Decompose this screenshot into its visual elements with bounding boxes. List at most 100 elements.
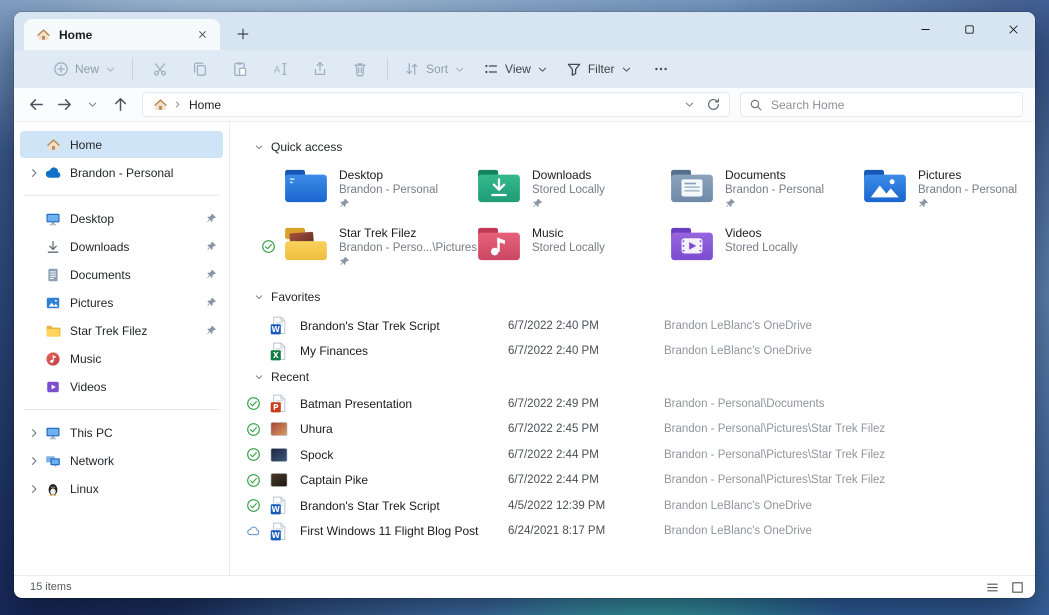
sidebar-item-videos[interactable]: Videos bbox=[20, 373, 223, 400]
more-icon bbox=[653, 61, 669, 77]
file-row-brandon-s-star-trek-script[interactable]: WBrandon's Star Trek Script6/7/2022 2:40… bbox=[246, 313, 1017, 339]
file-date: 6/7/2022 2:40 PM bbox=[508, 345, 664, 357]
file-row-batman-presentation[interactable]: PBatman Presentation6/7/2022 2:49 PMBran… bbox=[246, 391, 1017, 417]
sidebar-divider bbox=[24, 195, 219, 196]
new-tab-button[interactable] bbox=[230, 21, 256, 47]
details-view-toggle[interactable] bbox=[985, 580, 1000, 595]
quick-access-tile-star-trek-filez[interactable]: Star Trek FilezBrandon - Perso...\Pictur… bbox=[279, 222, 472, 274]
chevron-right-icon[interactable] bbox=[26, 455, 42, 467]
pin-icon[interactable] bbox=[206, 325, 217, 336]
file-row-uhura[interactable]: Uhura6/7/2022 2:45 PMBrandon - Personal\… bbox=[246, 417, 1017, 443]
chevron-right-icon[interactable] bbox=[26, 483, 42, 495]
file-location: Brandon LeBlanc's OneDrive bbox=[664, 345, 1017, 357]
file-date: 4/5/2022 12:39 PM bbox=[508, 500, 664, 512]
file-word-icon: W bbox=[270, 522, 290, 541]
quick-access-tile-downloads[interactable]: DownloadsStored Locally bbox=[472, 164, 665, 216]
up-button[interactable] bbox=[106, 91, 134, 119]
quick-access-tile-pictures[interactable]: PicturesBrandon - Personal bbox=[858, 164, 1035, 216]
sidebar-item-label: Network bbox=[70, 454, 217, 468]
close-button[interactable] bbox=[991, 12, 1035, 46]
desktop-wallpaper: Home New A bbox=[0, 0, 1049, 615]
sidebar-item-home[interactable]: Home bbox=[20, 131, 223, 158]
refresh-button[interactable] bbox=[701, 94, 725, 116]
more-options-button[interactable] bbox=[641, 54, 681, 84]
sidebar-item-star-trek-filez[interactable]: Star Trek Filez bbox=[20, 317, 223, 344]
view-icon bbox=[483, 61, 499, 77]
paste-button[interactable] bbox=[220, 54, 260, 84]
address-dropdown-button[interactable] bbox=[677, 94, 701, 116]
recent-locations-button[interactable] bbox=[78, 91, 106, 119]
sort-button[interactable]: Sort bbox=[395, 54, 474, 84]
pin-icon[interactable] bbox=[206, 269, 217, 280]
minimize-button[interactable] bbox=[903, 12, 947, 46]
sidebar-item-documents[interactable]: Documents bbox=[20, 261, 223, 288]
filter-icon bbox=[566, 61, 582, 77]
sidebar-item-downloads[interactable]: Downloads bbox=[20, 233, 223, 260]
quick-access-tile-documents[interactable]: DocumentsBrandon - Personal bbox=[665, 164, 858, 216]
delete-button[interactable] bbox=[340, 54, 380, 84]
pin-icon[interactable] bbox=[206, 241, 217, 252]
file-date: 6/7/2022 2:49 PM bbox=[508, 398, 664, 410]
quick-access-tile-music[interactable]: MusicStored Locally bbox=[472, 222, 665, 274]
search-box[interactable] bbox=[740, 92, 1023, 117]
new-button[interactable]: New bbox=[44, 54, 125, 84]
tile-title: Star Trek Filez bbox=[339, 226, 477, 240]
quick-access-tile-desktop[interactable]: DesktopBrandon - Personal bbox=[279, 164, 472, 216]
tile-text: DocumentsBrandon - Personal bbox=[725, 167, 824, 214]
folder-yellow-icon bbox=[44, 323, 62, 339]
sidebar-item-pictures[interactable]: Pictures bbox=[20, 289, 223, 316]
quick-access-tile-videos[interactable]: VideosStored Locally bbox=[665, 222, 858, 274]
tab-close-icon[interactable] bbox=[192, 25, 212, 45]
tab-home[interactable]: Home bbox=[24, 19, 220, 50]
forward-button[interactable] bbox=[50, 91, 78, 119]
file-row-captain-pike[interactable]: Captain Pike6/7/2022 2:44 PMBrandon - Pe… bbox=[246, 468, 1017, 494]
file-excel-icon: X bbox=[270, 342, 290, 361]
address-bar[interactable]: Home bbox=[142, 92, 730, 117]
filter-button[interactable]: Filter bbox=[557, 54, 641, 84]
file-row-brandon-s-star-trek-script[interactable]: WBrandon's Star Trek Script4/5/2022 12:3… bbox=[246, 493, 1017, 519]
svg-text:A: A bbox=[274, 65, 281, 75]
sidebar-item-brandon-personal[interactable]: Brandon - Personal bbox=[20, 159, 223, 186]
sidebar-item-label: Home bbox=[70, 138, 217, 152]
large-icons-view-toggle[interactable] bbox=[1010, 580, 1025, 595]
search-input[interactable] bbox=[771, 98, 1014, 112]
pin-icon[interactable] bbox=[206, 297, 217, 308]
maximize-button[interactable] bbox=[947, 12, 991, 46]
home-colored-icon bbox=[44, 137, 62, 152]
section-header-recent[interactable]: Recent bbox=[246, 366, 1025, 388]
breadcrumb[interactable]: Home bbox=[189, 98, 221, 112]
tile-text: DownloadsStored Locally bbox=[532, 167, 605, 214]
sidebar-item-this-pc[interactable]: This PC bbox=[20, 419, 223, 446]
monitor-icon bbox=[44, 211, 62, 227]
documents-icon bbox=[44, 267, 62, 283]
sidebar-item-label: Downloads bbox=[70, 240, 206, 254]
breadcrumb-chevron-icon bbox=[173, 100, 182, 109]
back-button[interactable] bbox=[22, 91, 50, 119]
view-button[interactable]: View bbox=[474, 54, 557, 84]
cut-button[interactable] bbox=[140, 54, 180, 84]
chevron-down-icon bbox=[454, 64, 465, 75]
file-date: 6/7/2022 2:44 PM bbox=[508, 449, 664, 461]
section-header-quick-access[interactable]: Quick access bbox=[246, 136, 1025, 158]
file-name: Uhura bbox=[300, 422, 508, 436]
pin-icon[interactable] bbox=[206, 213, 217, 224]
tile-title: Pictures bbox=[918, 168, 1017, 182]
copy-button[interactable] bbox=[180, 54, 220, 84]
sidebar-item-linux[interactable]: Linux bbox=[20, 475, 223, 502]
section-header-favorites[interactable]: Favorites bbox=[246, 286, 1025, 308]
sidebar-item-label: This PC bbox=[70, 426, 217, 440]
sidebar-item-music[interactable]: Music bbox=[20, 345, 223, 372]
file-row-my-finances[interactable]: XMy Finances6/7/2022 2:40 PMBrandon LeBl… bbox=[246, 339, 1017, 365]
sidebar-item-network[interactable]: Network bbox=[20, 447, 223, 474]
file-row-first-windows-11-flight-blog-post[interactable]: WFirst Windows 11 Flight Blog Post6/24/2… bbox=[246, 519, 1017, 545]
file-word-icon: W bbox=[270, 316, 290, 335]
chevron-right-icon[interactable] bbox=[26, 167, 42, 179]
sidebar-item-desktop[interactable]: Desktop bbox=[20, 205, 223, 232]
share-button[interactable] bbox=[300, 54, 340, 84]
file-row-spock[interactable]: Spock6/7/2022 2:44 PMBrandon - Personal\… bbox=[246, 442, 1017, 468]
tile-title: Documents bbox=[725, 168, 824, 182]
folder-icon-videos bbox=[669, 225, 715, 263]
rename-button[interactable]: A bbox=[260, 54, 300, 84]
chevron-right-icon[interactable] bbox=[26, 427, 42, 439]
sync-check-icon bbox=[261, 239, 276, 254]
